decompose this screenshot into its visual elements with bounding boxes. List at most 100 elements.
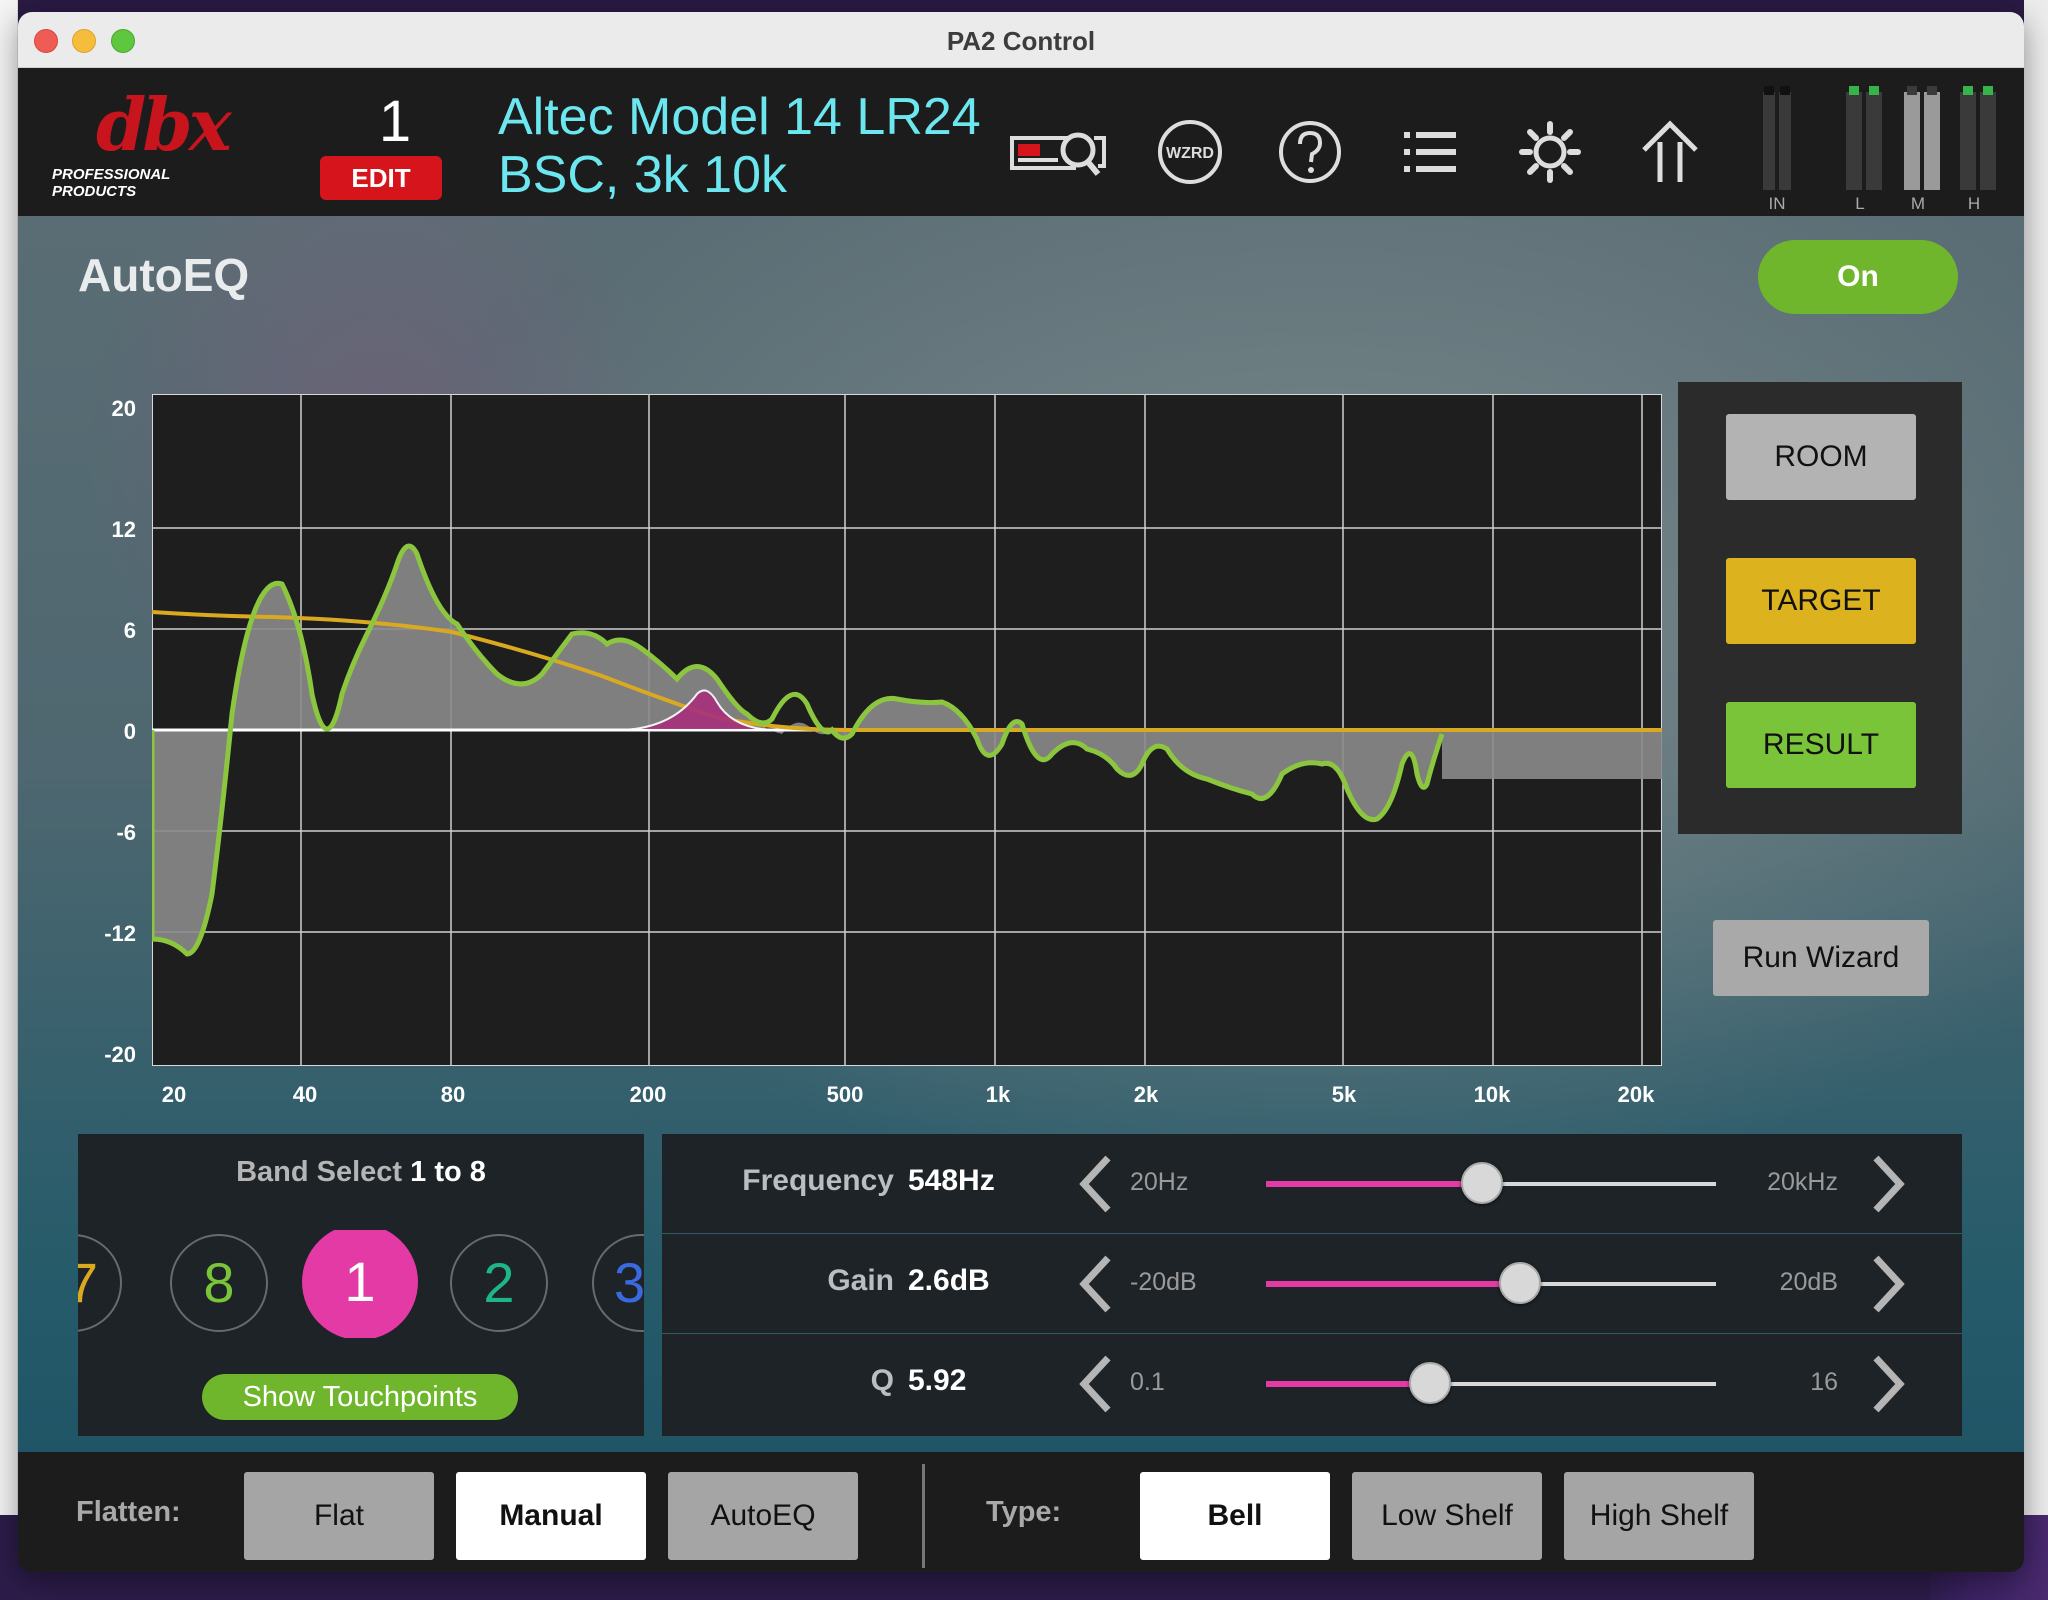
q-min: 0.1 — [1130, 1368, 1165, 1396]
type-high-shelf-button[interactable]: High Shelf — [1564, 1472, 1754, 1560]
edit-button[interactable]: EDIT — [320, 156, 442, 200]
q-value: 5.92 — [908, 1364, 967, 1397]
window-titlebar: PA2 Control — [18, 12, 2024, 68]
target-button[interactable]: TARGET — [1726, 558, 1916, 644]
gain-min: -20dB — [1130, 1268, 1197, 1296]
x-tick-label: 5k — [1331, 1082, 1357, 1107]
x-tick-label: 200 — [629, 1082, 667, 1107]
app-window: PA2 Control dbx PROFESSIONAL PRODUCTS 1 … — [18, 12, 2024, 1572]
settings-icon[interactable] — [1510, 112, 1590, 192]
gain-label: Gain — [827, 1264, 894, 1297]
y-tick-label: 12 — [111, 517, 136, 542]
eq-plot — [152, 394, 1662, 1066]
band-3-button[interactable]: 3 — [592, 1234, 644, 1332]
band-7-button[interactable]: 7 — [78, 1234, 122, 1332]
footer-divider — [922, 1464, 925, 1568]
meter-label-h: H — [1967, 194, 1981, 213]
app-header: dbx PROFESSIONAL PRODUCTS 1 EDIT Altec M… — [18, 68, 2024, 216]
footer-toolbar: Flatten: Flat Manual AutoEQ Type: Bell L… — [18, 1452, 2024, 1572]
x-tick-label: 500 — [826, 1082, 864, 1107]
wizard-icon[interactable]: WZRD — [1150, 112, 1230, 192]
y-tick-label: -12 — [104, 921, 136, 946]
gain-value: 2.6dB — [908, 1264, 990, 1297]
x-tick-label: 20k — [1617, 1082, 1655, 1107]
device-search-icon[interactable] — [1008, 112, 1112, 192]
gain-slider[interactable] — [1266, 1262, 1716, 1304]
type-bell-button[interactable]: Bell — [1140, 1472, 1330, 1560]
band-select-title-range: 1 to 8 — [410, 1156, 486, 1188]
preset-name-line2: BSC, 3k 10k — [498, 146, 788, 204]
x-tick-label: 20 — [161, 1082, 187, 1107]
y-tick-label: -6 — [116, 820, 136, 845]
room-button[interactable]: ROOM — [1726, 414, 1916, 500]
meter-high-1 — [1960, 92, 1976, 190]
meter-low-1 — [1846, 92, 1862, 190]
q-row: Q 5.92 0.1 16 — [662, 1334, 1962, 1434]
frequency-row: Frequency 548Hz 20Hz 20kHz — [662, 1134, 1962, 1234]
frequency-decrease-chevron-left-icon[interactable] — [1072, 1152, 1122, 1216]
on-toggle[interactable]: On — [1758, 240, 1958, 314]
wizard-icon-text: WZRD — [1166, 145, 1214, 162]
frequency-value: 548Hz — [908, 1164, 995, 1197]
meter-in-2 — [1779, 92, 1791, 190]
band-select-title-prefix: Band Select — [236, 1156, 403, 1188]
band-8-button[interactable]: 8 — [170, 1234, 268, 1332]
gain-max: 20dB — [1779, 1268, 1838, 1296]
y-tick-label: 20 — [111, 396, 136, 421]
preset-name-line1: Altec Model 14 LR24 — [498, 88, 981, 146]
q-slider[interactable] — [1266, 1362, 1716, 1404]
home-icon[interactable] — [1630, 112, 1710, 192]
meter-mid-1 — [1904, 92, 1920, 190]
main-content: AutoEQ On 20 12 6 0 -6 -12 -20 20 40 80 … — [18, 216, 2024, 1452]
band-1-button[interactable]: 1 — [302, 1230, 418, 1338]
desktop-background-right — [2024, 0, 2048, 1515]
band-select-panel: Band Select 1 to 8 7 8 1 2 3 Show Touchp… — [78, 1134, 644, 1436]
meter-in-1 — [1763, 92, 1775, 190]
meter-mid-2 — [1924, 92, 1940, 190]
band-selector-wheel[interactable]: 7 8 1 2 3 — [78, 1230, 644, 1338]
x-tick-label: 80 — [440, 1082, 466, 1107]
flatten-label: Flatten: — [76, 1496, 181, 1528]
level-meters: IN L M H — [1738, 86, 2008, 216]
run-wizard-button[interactable]: Run Wizard — [1713, 920, 1929, 996]
desktop-background-left — [0, 0, 18, 1515]
band-2-button[interactable]: 2 — [450, 1234, 548, 1332]
q-slider-thumb[interactable] — [1409, 1362, 1452, 1404]
gain-increase-chevron-right-icon[interactable] — [1862, 1252, 1912, 1316]
y-tick-label: 6 — [123, 618, 136, 643]
y-tick-label: 0 — [123, 719, 136, 744]
result-button[interactable]: RESULT — [1726, 702, 1916, 788]
x-tick-label: 10k — [1473, 1082, 1511, 1107]
type-label: Type: — [986, 1496, 1062, 1528]
q-label: Q — [870, 1364, 894, 1397]
type-low-shelf-button[interactable]: Low Shelf — [1352, 1472, 1542, 1560]
meter-label-m: M — [1910, 194, 1926, 213]
meter-low-2 — [1866, 92, 1882, 190]
page-title: AutoEQ — [78, 249, 250, 301]
frequency-increase-chevron-right-icon[interactable] — [1862, 1152, 1912, 1216]
flatten-flat-button[interactable]: Flat — [244, 1472, 434, 1560]
q-decrease-chevron-left-icon[interactable] — [1072, 1352, 1122, 1416]
frequency-slider[interactable] — [1266, 1162, 1716, 1204]
show-touchpoints-button[interactable]: Show Touchpoints — [202, 1374, 518, 1420]
frequency-min: 20Hz — [1130, 1168, 1189, 1196]
curve-toggle-panel: ROOM TARGET RESULT — [1678, 382, 1962, 834]
gain-decrease-chevron-left-icon[interactable] — [1072, 1252, 1122, 1316]
flatten-manual-button[interactable]: Manual — [456, 1472, 646, 1560]
q-increase-chevron-right-icon[interactable] — [1862, 1352, 1912, 1416]
eq-graph[interactable]: 20 12 6 0 -6 -12 -20 20 40 80 200 500 1k… — [78, 386, 1678, 1126]
meter-label-in: IN — [1768, 194, 1786, 213]
help-icon[interactable] — [1270, 112, 1350, 192]
frequency-slider-thumb[interactable] — [1461, 1162, 1503, 1204]
x-tick-label: 40 — [292, 1082, 318, 1107]
dbx-logo: dbx PROFESSIONAL PRODUCTS — [52, 82, 242, 200]
frequency-max: 20kHz — [1767, 1168, 1838, 1196]
logo-subtext: PROFESSIONAL PRODUCTS — [52, 166, 171, 200]
gain-slider-thumb[interactable] — [1499, 1262, 1542, 1304]
logo-text: dbx — [96, 82, 232, 167]
y-tick-label: -20 — [104, 1042, 136, 1067]
meter-label-l: L — [1855, 194, 1865, 213]
meter-high-2 — [1980, 92, 1996, 190]
list-icon[interactable] — [1390, 112, 1470, 192]
flatten-autoeq-button[interactable]: AutoEQ — [668, 1472, 858, 1560]
